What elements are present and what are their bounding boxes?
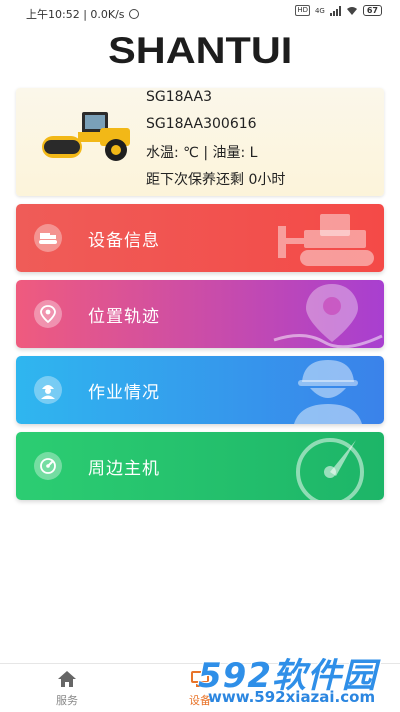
brand-logo-text: SHANTUI (107, 30, 293, 71)
nav-tab-service[interactable]: 服务 (27, 664, 107, 712)
home-icon (58, 671, 76, 687)
menu-label-location-track: 位置轨迹 (88, 307, 160, 327)
device-info-card[interactable]: SG18AA3 SG18AA300616 水温: ℃ | 油量: L 距下次保养… (16, 88, 384, 196)
radar-decoration-icon (296, 438, 364, 500)
status-bar: 上午10:52 | 0.0K/s HD 4G 67 (0, 0, 400, 26)
temp-oil-readout: 水温: ℃ | 油量: L (146, 145, 258, 161)
radar-icon (34, 452, 62, 480)
brand-logo: SHANTUI (0, 26, 400, 86)
hardhat-worker-decoration-icon (294, 360, 362, 424)
menu-label-nearby-hosts: 周边主机 (88, 459, 160, 479)
status-time-network: 上午10:52 | 0.0K/s (26, 8, 125, 21)
menu-label-device-info: 设备信息 (88, 231, 160, 251)
device-model: SG18AA3 (146, 89, 213, 105)
menu-card-device-info[interactable]: 设备信息 (16, 204, 384, 272)
watermark: 592软件园 www.592xiazai.com (196, 648, 396, 708)
alarm-icon (128, 9, 139, 19)
wifi-icon (346, 6, 357, 15)
location-pin-icon (34, 300, 62, 328)
network-type: 4G (314, 6, 325, 15)
battery-icon: 67 (362, 5, 382, 16)
bulldozer-decoration-icon (278, 214, 374, 266)
menu-label-work-status: 作业情况 (88, 383, 160, 403)
status-right: HD 4G 67 (295, 5, 382, 16)
map-pin-decoration-icon (273, 284, 383, 348)
status-left: 上午10:52 | 0.0K/s (26, 6, 139, 22)
device-serial: SG18AA300616 (146, 116, 257, 132)
watermark-url: www.592xiazai.com (208, 688, 376, 706)
menu-card-work-status[interactable]: 作业情况 (16, 356, 384, 424)
menu-card-location-track[interactable]: 位置轨迹 (16, 280, 384, 348)
maintenance-remaining: 距下次保养还剩 0小时 (146, 172, 286, 188)
hd-badge: HD (295, 5, 310, 16)
signal-icon (329, 5, 341, 16)
nav-label-service: 服务 (56, 694, 78, 707)
excavator-icon (34, 224, 62, 252)
road-roller-icon (42, 112, 130, 161)
menu-card-nearby-hosts[interactable]: 周边主机 (16, 432, 384, 500)
worker-icon (34, 376, 62, 404)
